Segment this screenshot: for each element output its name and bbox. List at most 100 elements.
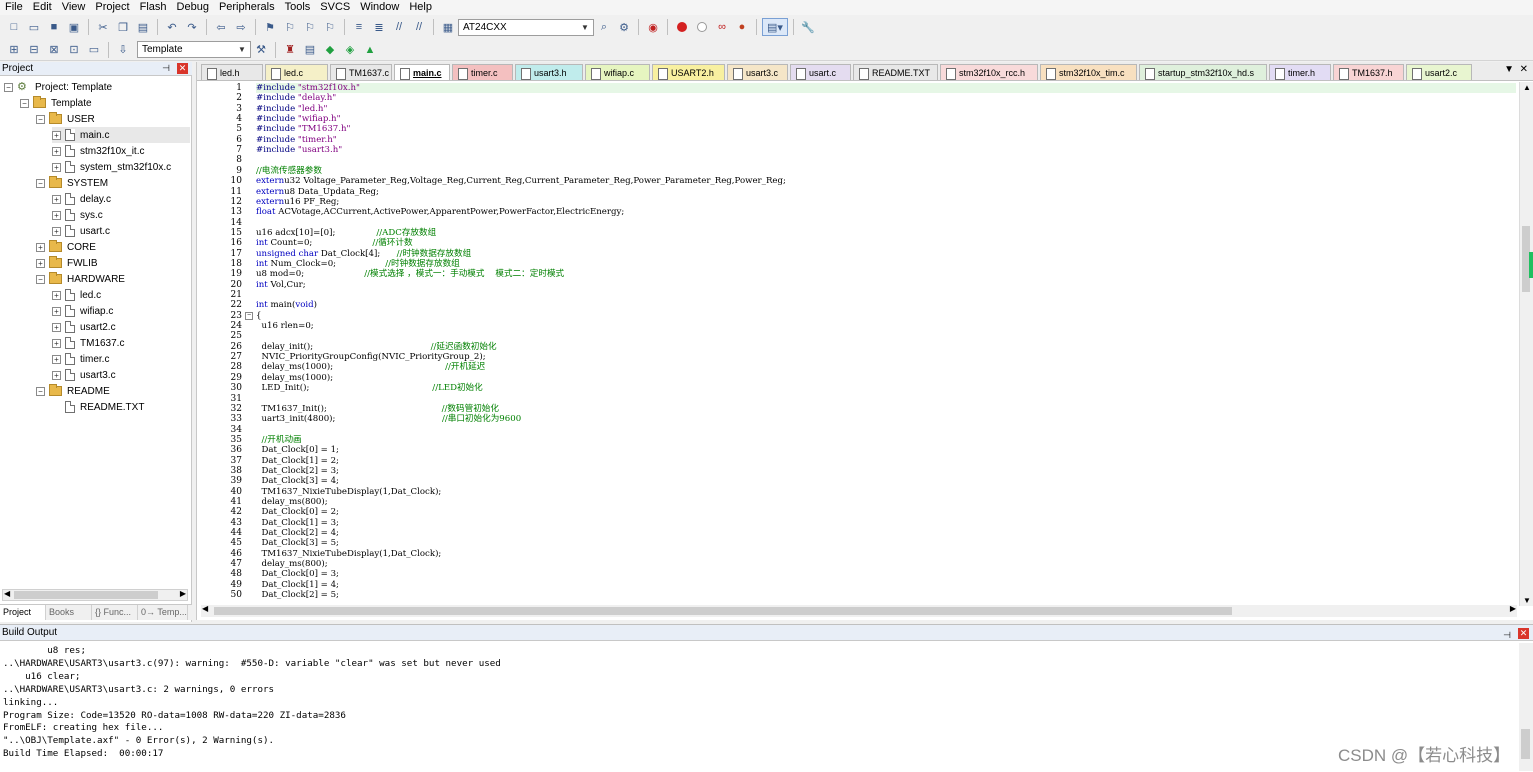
tree-item[interactable]: + timer.c: [52, 351, 109, 367]
editor-tab[interactable]: main.c: [394, 64, 450, 80]
editor-tab[interactable]: led.c: [265, 64, 328, 80]
editor-vscrollbar[interactable]: ▲ ▼: [1519, 82, 1533, 606]
expand-icon[interactable]: +: [52, 194, 61, 204]
panel-tab[interactable]: {} Func...: [92, 605, 138, 620]
rebuild-icon[interactable]: ⊠: [45, 41, 63, 59]
run-time-env-icon[interactable]: ▲: [361, 41, 379, 59]
arrow-left-icon[interactable]: ◀: [4, 589, 10, 598]
tree-item[interactable]: − HARDWARE: [36, 271, 125, 287]
debug-start-icon[interactable]: ◉: [644, 18, 662, 36]
tree-item[interactable]: − README: [36, 383, 110, 399]
chevron-down-icon[interactable]: ▼: [579, 20, 591, 35]
build-vscrollbar[interactable]: [1519, 643, 1533, 771]
stop-build-icon[interactable]: ▭: [85, 41, 103, 59]
copy-icon[interactable]: ❐: [114, 18, 132, 36]
collapse-icon[interactable]: −: [36, 114, 45, 124]
expand-icon[interactable]: +: [52, 210, 61, 220]
editor-tab[interactable]: led.h: [201, 64, 263, 80]
close-icon[interactable]: ✕: [177, 63, 188, 74]
tree-item[interactable]: + stm32f10x_it.c: [52, 143, 144, 159]
tree-item[interactable]: + TM1637.c: [52, 335, 124, 351]
scrollbar-thumb[interactable]: [14, 591, 158, 599]
tree-item[interactable]: −README.TXT: [52, 399, 144, 415]
collapse-icon[interactable]: −: [36, 386, 45, 396]
window-layout-icon[interactable]: ▤▾: [762, 18, 788, 36]
editor-hscrollbar[interactable]: ◀ ▶: [201, 604, 1517, 617]
close-icon[interactable]: ✕: [1518, 628, 1529, 639]
tree-item[interactable]: + CORE: [36, 239, 96, 255]
tree-item[interactable]: − Template: [20, 95, 92, 111]
open-file-icon[interactable]: ▭: [25, 18, 43, 36]
pin-icon[interactable]: ⊣: [1503, 627, 1511, 643]
arrow-left-icon[interactable]: ◀: [202, 604, 208, 613]
menu-window[interactable]: Window: [355, 0, 404, 15]
tree-item[interactable]: − SYSTEM: [36, 175, 108, 191]
menu-file[interactable]: File: [0, 0, 28, 15]
tree-item[interactable]: + sys.c: [52, 207, 103, 223]
comment-icon[interactable]: //: [390, 18, 408, 36]
tree-item[interactable]: + main.c: [52, 127, 190, 143]
tree-item[interactable]: + usart.c: [52, 223, 110, 239]
target-select[interactable]: Template ▼: [137, 41, 251, 58]
navigate-back-icon[interactable]: ⇦: [212, 18, 230, 36]
configure-icon[interactable]: 🔧: [799, 18, 817, 36]
arrow-right-icon[interactable]: ▶: [1510, 604, 1516, 613]
breakpoint-disable-all-icon[interactable]: ∞: [713, 18, 731, 36]
incremental-find-icon[interactable]: ⚙: [615, 18, 633, 36]
chevron-down-icon[interactable]: ▼: [236, 42, 248, 57]
bookmark-prev-icon[interactable]: ⚐: [281, 18, 299, 36]
expand-icon[interactable]: +: [52, 226, 61, 236]
editor-tab[interactable]: stm32f10x_tim.c: [1040, 64, 1137, 80]
editor-tab[interactable]: usart2.c: [1406, 64, 1472, 80]
download-icon[interactable]: ⇩: [114, 41, 132, 59]
editor-tab[interactable]: wifiap.c: [585, 64, 650, 80]
breakpoint-kill-all-icon[interactable]: ●: [733, 18, 751, 36]
find-in-files-icon[interactable]: ▦: [439, 18, 457, 36]
build-icon[interactable]: ⊟: [25, 41, 43, 59]
breakpoint-insert-icon[interactable]: [677, 22, 687, 32]
menu-debug[interactable]: Debug: [172, 0, 214, 15]
uncomment-icon[interactable]: //: [410, 18, 428, 36]
pack-installer-icon[interactable]: ◈: [341, 41, 359, 59]
save-icon[interactable]: ■: [45, 18, 63, 36]
save-all-icon[interactable]: ▣: [65, 18, 83, 36]
editor-tab[interactable]: startup_stm32f10x_hd.s: [1139, 64, 1267, 80]
expand-icon[interactable]: +: [52, 162, 61, 172]
tree-item[interactable]: + delay.c: [52, 191, 111, 207]
collapse-icon[interactable]: −: [4, 82, 13, 92]
bookmark-next-icon[interactable]: ⚐: [301, 18, 319, 36]
tab-list-icon[interactable]: ▼: [1504, 64, 1514, 75]
editor-tab[interactable]: README.TXT: [853, 64, 938, 80]
expand-icon[interactable]: +: [52, 290, 61, 300]
pin-icon[interactable]: ⊣: [162, 63, 170, 74]
menu-edit[interactable]: Edit: [28, 0, 57, 15]
panel-tab[interactable]: Books: [46, 605, 92, 620]
breakpoint-disable-icon[interactable]: [697, 22, 707, 32]
new-file-icon[interactable]: □: [5, 18, 23, 36]
menu-svcs[interactable]: SVCS: [315, 0, 355, 15]
expand-icon[interactable]: +: [52, 338, 61, 348]
undo-icon[interactable]: ↶: [163, 18, 181, 36]
editor-tab[interactable]: stm32f10x_rcc.h: [940, 64, 1038, 80]
menu-flash[interactable]: Flash: [135, 0, 172, 15]
menu-peripherals[interactable]: Peripherals: [214, 0, 280, 15]
file-extensions-icon[interactable]: ♜: [281, 41, 299, 59]
manage-rte-icon[interactable]: ▤: [301, 41, 319, 59]
tree-item[interactable]: + system_stm32f10x.c: [52, 159, 171, 175]
editor-tab[interactable]: TM1637.c: [330, 64, 392, 80]
panel-tab[interactable]: 0→ Temp...: [138, 605, 188, 620]
menu-view[interactable]: View: [57, 0, 91, 15]
find-combo[interactable]: AT24CXX ▼: [458, 18, 594, 36]
project-hscrollbar[interactable]: ◀ ▶: [2, 589, 188, 601]
expand-icon[interactable]: +: [36, 242, 45, 252]
bookmark-toggle-icon[interactable]: ⚑: [261, 18, 279, 36]
collapse-icon[interactable]: −: [36, 178, 45, 188]
scrollbar-thumb[interactable]: [214, 607, 1232, 615]
expand-icon[interactable]: +: [36, 258, 45, 268]
editor-tab[interactable]: TM1637.h: [1333, 64, 1404, 80]
collapse-icon[interactable]: −: [36, 274, 45, 284]
redo-icon[interactable]: ↷: [183, 18, 201, 36]
collapse-icon[interactable]: −: [20, 98, 29, 108]
tree-item[interactable]: + FWLIB: [36, 255, 98, 271]
expand-icon[interactable]: +: [52, 354, 61, 364]
